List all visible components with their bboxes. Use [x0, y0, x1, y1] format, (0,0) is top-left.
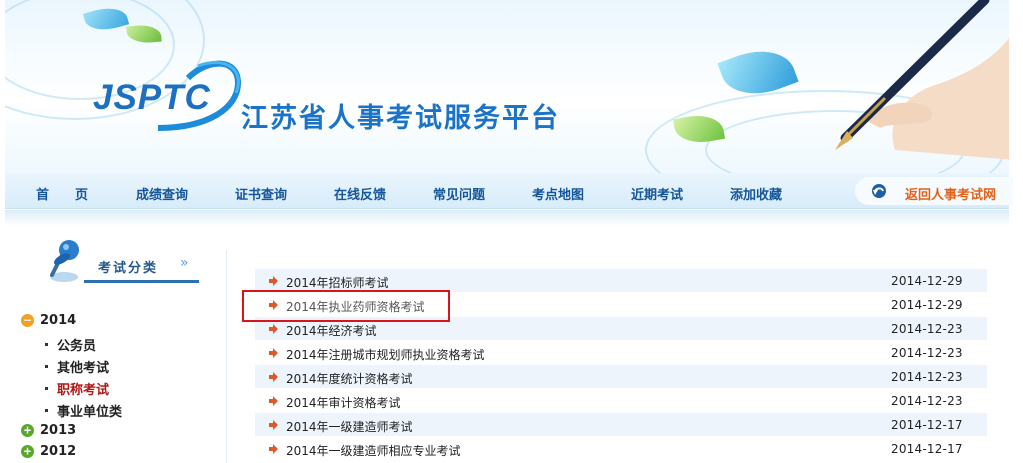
bullet-icon — [45, 387, 48, 390]
exam-title[interactable]: 2014年一级建造师相应专业考试 — [286, 442, 461, 459]
exam-title[interactable]: 2014年一级建造师考试 — [286, 418, 413, 435]
exam-date: 2014-12-23 — [891, 322, 963, 336]
year-2012[interactable]: + 2012 — [21, 444, 76, 459]
nav-online-feedback[interactable]: 在线反馈 — [334, 184, 386, 203]
category-label: 其他考试 — [57, 361, 110, 376]
exam-title[interactable]: 2014年招标师考试 — [286, 274, 389, 291]
nav-score-query[interactable]: 成绩查询 — [136, 184, 188, 203]
right-arrow-icon — [269, 444, 278, 454]
hand-pen-illustration — [835, 0, 1009, 160]
category-professional-title[interactable]: 职称考试 — [45, 379, 109, 398]
site-title: 江苏省人事考试服务平台 — [241, 103, 560, 134]
back-to-main-site-label: 返回人事考试网 — [905, 188, 997, 203]
exam-date: 2014-12-23 — [891, 370, 963, 384]
category-other-exams[interactable]: 其他考试 — [45, 357, 109, 376]
nav-exam-map[interactable]: 考点地图 — [532, 184, 584, 203]
sidebar-divider — [226, 250, 227, 463]
category-label: 事业单位类 — [57, 405, 123, 420]
exam-date: 2014-12-17 — [891, 418, 963, 432]
exam-title[interactable]: 2014年度统计资格考试 — [286, 370, 413, 387]
expand-icon: + — [21, 424, 34, 437]
nav-certificate-query[interactable]: 证书查询 — [235, 184, 287, 203]
nav-home[interactable]: 首 页 — [36, 184, 88, 203]
return-arrow-icon — [872, 184, 886, 198]
collapse-icon: − — [21, 314, 34, 327]
exam-row[interactable]: 2014年度统计资格考试 2014-12-23 — [255, 365, 987, 389]
exam-date: 2014-12-23 — [891, 346, 963, 360]
exam-title[interactable]: 2014年注册城市规划师执业资格考试 — [286, 346, 485, 363]
header-banner: JSPTC 江苏省人事考试服务平台 — [5, 0, 1009, 173]
exam-title[interactable]: 2014年审计资格考试 — [286, 394, 401, 411]
exam-date: 2014-12-29 — [891, 298, 963, 312]
pushpin-icon — [50, 240, 79, 282]
right-arrow-icon — [269, 396, 278, 406]
exam-date: 2014-12-29 — [891, 274, 963, 288]
exam-date: 2014-12-23 — [891, 394, 963, 408]
category-label: 职称考试 — [57, 383, 110, 398]
category-label: 公务员 — [57, 339, 97, 354]
sidebar-title: 考试分类 — [98, 261, 159, 276]
double-chevron-icon: » — [180, 255, 188, 271]
exam-row[interactable]: 2014年注册城市规划师执业资格考试 2014-12-23 — [255, 341, 987, 365]
year-label: 2012 — [40, 444, 77, 459]
year-label: 2013 — [40, 423, 77, 438]
year-2014[interactable]: − 2014 — [21, 313, 76, 328]
right-arrow-icon — [269, 420, 278, 430]
nav-faq[interactable]: 常见问题 — [433, 184, 485, 203]
exam-date: 2014-12-17 — [891, 442, 963, 456]
exam-row[interactable]: 2014年审计资格考试 2014-12-23 — [255, 389, 987, 413]
year-label: 2014 — [40, 313, 77, 328]
nav-add-favorite[interactable]: 添加收藏 — [730, 184, 782, 203]
category-public-institution[interactable]: 事业单位类 — [45, 401, 122, 420]
logo-text: JSPTC — [93, 78, 211, 117]
category-civil-servant[interactable]: 公务员 — [45, 335, 96, 354]
exam-title[interactable]: 2014年经济考试 — [286, 322, 377, 339]
expand-icon: + — [21, 445, 34, 458]
nav-shadow — [5, 210, 1009, 226]
bullet-icon — [45, 343, 48, 346]
sidebar-header: 考试分类 » — [40, 235, 210, 290]
right-arrow-icon — [269, 276, 278, 286]
back-to-main-site-button[interactable]: 返回人事考试网 — [855, 177, 1013, 205]
exam-row[interactable]: 2014年一级建造师相应专业考试 2014-12-17 — [255, 437, 987, 461]
bullet-icon — [45, 409, 48, 412]
highlight-annotation-box — [242, 290, 450, 322]
year-2013[interactable]: + 2013 — [21, 423, 76, 438]
sidebar-underline — [84, 280, 199, 283]
nav-recent-exams[interactable]: 近期考试 — [631, 184, 683, 203]
right-arrow-icon — [269, 372, 278, 382]
bullet-icon — [45, 365, 48, 368]
right-arrow-icon — [269, 348, 278, 358]
right-arrow-icon — [269, 324, 278, 334]
main-nav: 首 页 成绩查询 证书查询 在线反馈 常见问题 考点地图 近期考试 添加收藏 返… — [5, 173, 1013, 209]
exam-row[interactable]: 2014年一级建造师考试 2014-12-17 — [255, 413, 987, 437]
